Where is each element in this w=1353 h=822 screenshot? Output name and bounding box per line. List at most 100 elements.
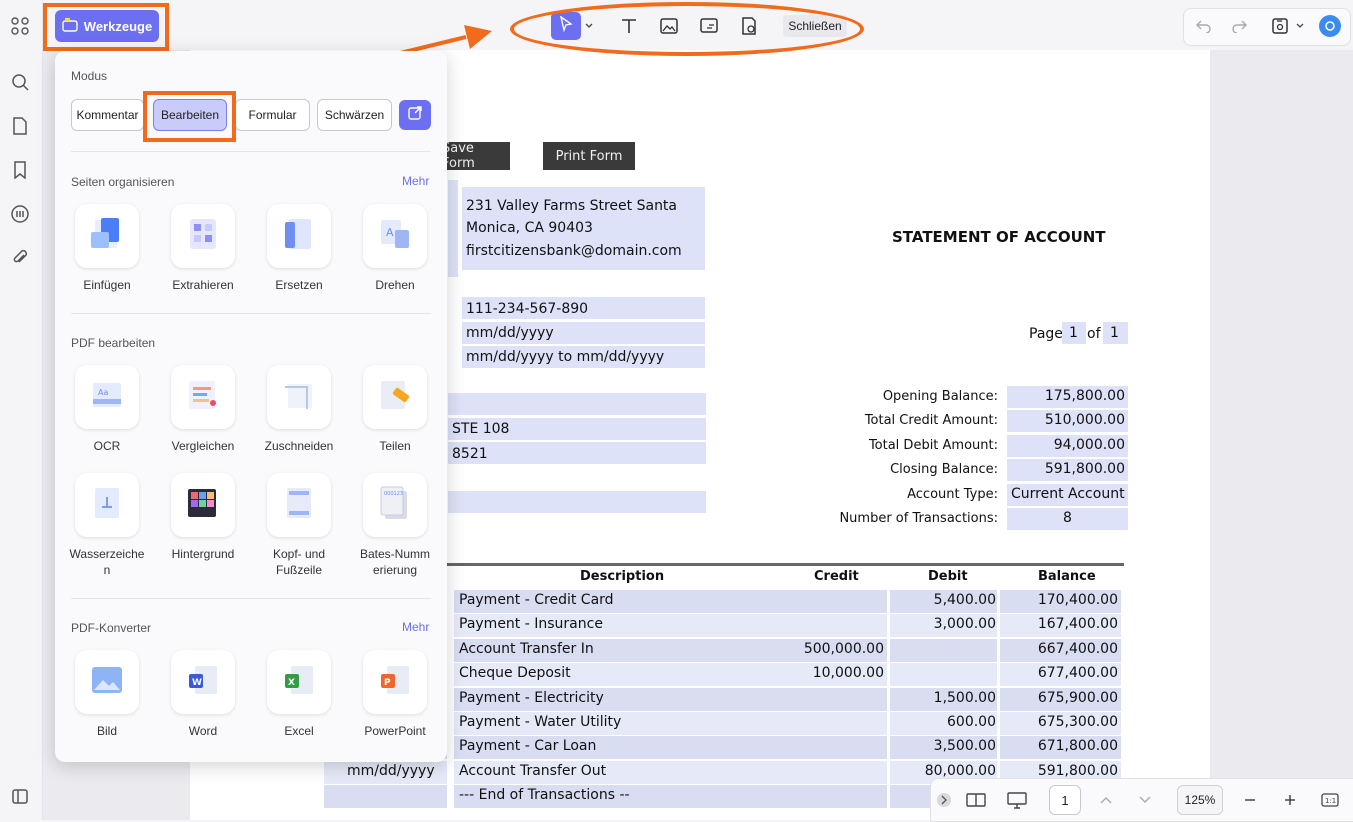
customer-address-partial: STE 108 [452,421,510,437]
row-balance: 677,400.00 [1037,665,1118,682]
statement-title: STATEMENT OF ACCOUNT [892,228,1106,246]
mode-title: Modus [71,69,108,83]
row-description: Account Transfer In [459,640,594,657]
rotate-icon: A [375,214,415,259]
row-description: Payment - Electricity [459,689,604,706]
header-footer-label: Kopf- und Fußzeile [272,547,326,577]
customer-extra-field[interactable] [448,491,706,513]
row-debit: 5,400.00 [933,592,996,608]
converter-more-link[interactable]: Mehr [402,620,429,634]
row-balance: 675,900.00 [1037,689,1118,706]
page-thumbnail-icon[interactable] [9,115,31,137]
row-debit: 80,000.00 [924,762,996,779]
mode-redact-button[interactable]: Schwärzen [317,99,392,131]
row-balance: 167,400.00 [1037,616,1118,633]
ocr-tile[interactable]: Aa [75,365,139,429]
summary-label: Number of Transactions: [839,511,998,526]
watermark-tile[interactable] [75,473,139,537]
svg-text:000123: 000123 [384,491,403,497]
comment-icon[interactable] [9,203,31,225]
previous-page-icon[interactable] [1095,789,1117,811]
crop-label: Zuschneiden [264,439,334,453]
save-icon[interactable] [1268,14,1292,38]
table-cell[interactable] [890,638,997,662]
header-balance: Balance [1038,569,1096,584]
ocr-label: OCR [93,439,121,453]
page-number-input[interactable]: 1 [1049,785,1081,815]
summary-value: 94,000.00 [1053,436,1125,453]
reading-mode-icon[interactable] [965,789,987,811]
table-cell[interactable] [324,785,447,809]
background-label: Hintergrund [171,547,235,561]
row-balance: 591,800.00 [1037,762,1118,779]
convert-image-icon [87,660,127,705]
replace-icon [279,214,319,259]
row-description: Payment - Car Loan [459,738,597,755]
account-number: 111-234-567-890 [466,301,589,317]
redo-icon[interactable] [1227,14,1251,38]
presentation-icon[interactable] [1006,789,1028,811]
background-tile[interactable] [171,473,235,537]
attachment-icon[interactable] [9,247,31,269]
background-icon [183,483,223,528]
crop-tile[interactable] [267,365,331,429]
header-debit: Debit [928,569,968,584]
organize-more-link[interactable]: Mehr [402,174,429,188]
row-balance: 667,400.00 [1037,640,1118,657]
form-field[interactable] [448,180,458,277]
summary-label: Total Debit Amount: [868,437,998,453]
row-debit: 1,500.00 [933,689,996,706]
ai-assistant-icon[interactable] [1319,15,1341,37]
next-page-icon[interactable] [1134,789,1156,811]
row-debit: 3,000.00 [933,616,996,633]
external-link-button[interactable] [399,100,431,130]
convert-powerpoint-tile[interactable]: P [363,650,427,714]
summary-label: Opening Balance: [882,389,998,404]
extract-tile[interactable] [171,204,235,268]
split-icon [375,375,415,420]
search-icon[interactable] [9,71,31,93]
row-debit: 600.00 [947,714,996,730]
svg-text:A: A [386,226,394,239]
watermark-label: Wasserzeiche n [69,547,145,577]
print-form-button[interactable]: Print Form [543,142,635,170]
zoom-level[interactable]: 125% [1177,785,1223,815]
watermark-icon [87,483,127,528]
customer-name-field[interactable] [448,393,706,415]
mode-form-button[interactable]: Formular [235,99,310,131]
compare-icon [183,375,223,420]
summary-label: Account Type: [907,486,998,502]
sidebar-toggle-icon[interactable] [9,785,31,807]
convert-image-label: Bild [96,724,117,738]
row-debit: 3,500.00 [933,738,996,755]
grid-apps-icon[interactable] [9,15,31,37]
save-options-chevron-icon[interactable] [1293,14,1307,38]
summary-label: Total Credit Amount: [864,413,998,429]
split-tile[interactable] [363,365,427,429]
bates-numbering-tile[interactable]: 000123 [363,473,427,537]
convert-image-tile[interactable] [75,650,139,714]
convert-excel-icon: X [279,660,319,705]
replace-tile[interactable] [267,204,331,268]
svg-text:W: W [192,678,202,688]
actual-size-icon[interactable]: 1:1 [1319,789,1341,811]
bookmark-icon[interactable] [9,159,31,181]
insert-tile[interactable] [75,204,139,268]
zoom-out-icon[interactable] [1239,789,1261,811]
table-cell[interactable] [890,663,997,687]
zoom-in-icon[interactable] [1279,789,1301,811]
save-form-button[interactable]: Save Form [442,141,510,171]
rotate-tile[interactable]: A [363,204,427,268]
row-balance: 671,800.00 [1037,738,1118,755]
svg-text:P: P [384,678,391,688]
convert-excel-tile[interactable]: X [267,650,331,714]
header-footer-tile[interactable] [267,473,331,537]
convert-word-tile[interactable]: W [171,650,235,714]
header-description: Description [580,569,665,584]
convert-powerpoint-label: PowerPoint [364,724,426,738]
undo-icon[interactable] [1192,14,1216,38]
compare-tile[interactable] [171,365,235,429]
mode-comment-button[interactable]: Kommentar [71,99,144,131]
row-description: Payment - Credit Card [459,592,614,608]
collapse-arrow-icon[interactable] [935,789,953,811]
